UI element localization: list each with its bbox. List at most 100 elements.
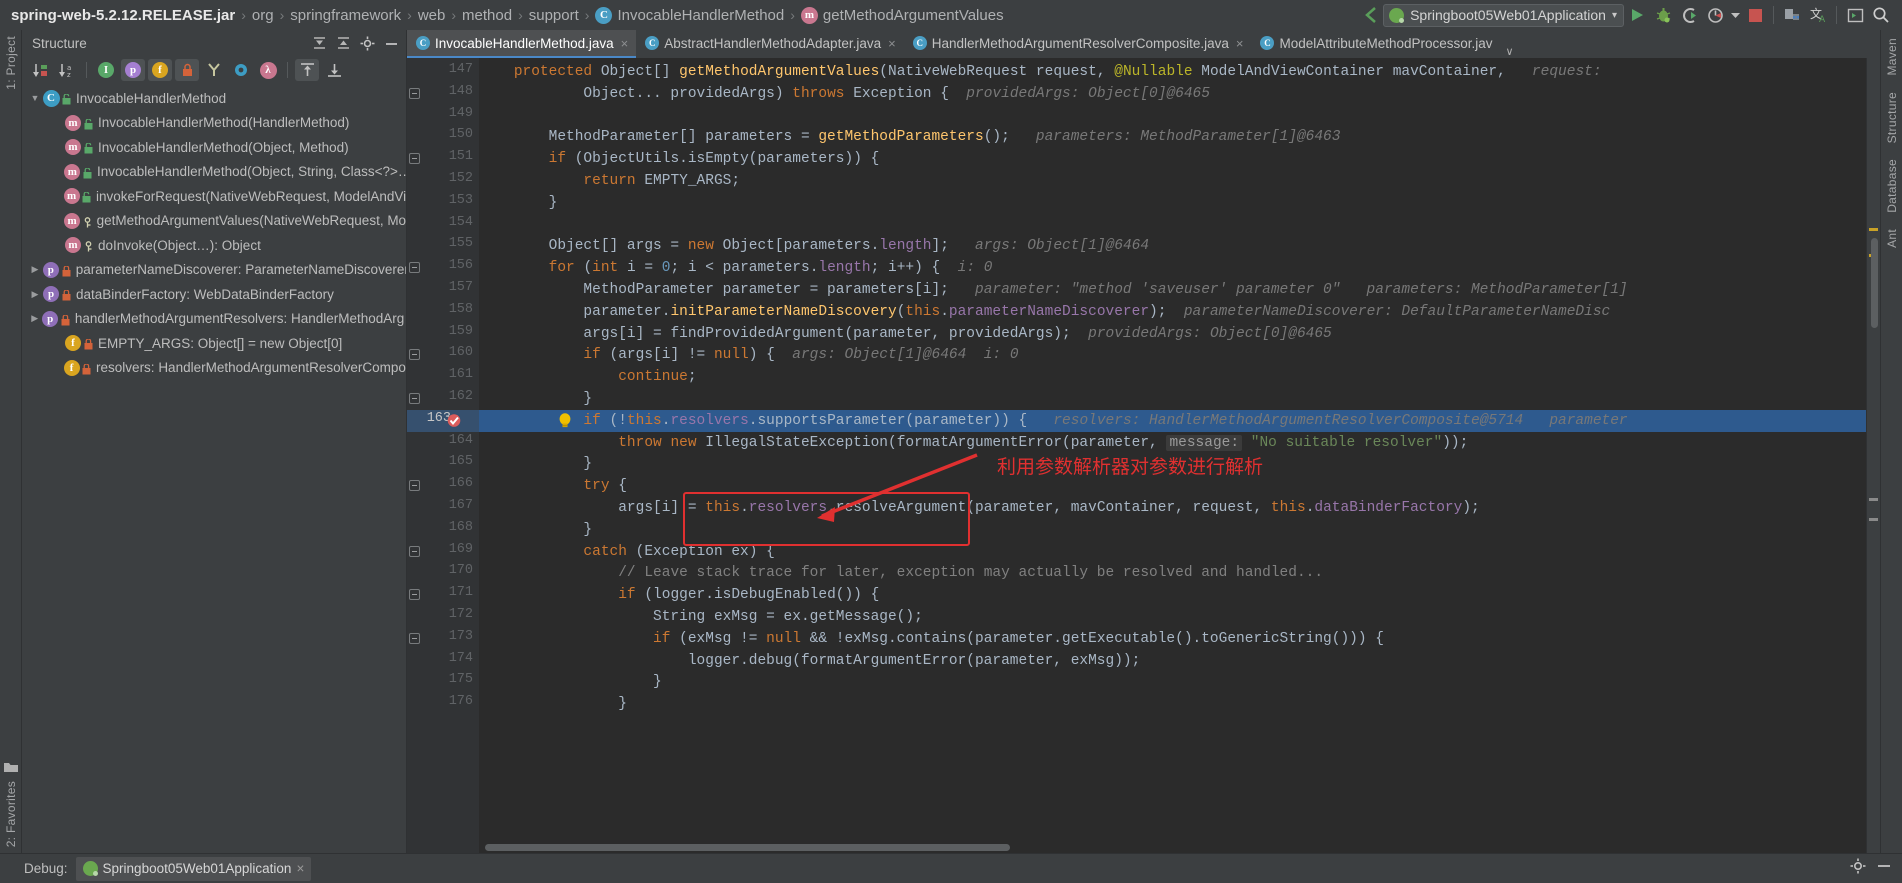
stop-icon[interactable] [1742,2,1768,28]
chevron-right-icon[interactable]: ▶ [28,264,42,275]
fold-marker-icon[interactable] [409,632,420,644]
show-properties-icon[interactable]: p [121,59,145,81]
fold-marker-icon[interactable] [409,545,420,557]
code-line-165[interactable]: } [479,454,592,476]
run-configuration-selector[interactable]: Springboot05Web01Application ▾ [1383,3,1624,27]
tool-window-favorites[interactable]: 2: Favorites [4,781,18,847]
code-line-160[interactable]: if (args[i] != null) { args: Object[1]@6… [479,345,1018,367]
debug-icon[interactable] [1650,2,1676,28]
close-icon[interactable]: × [296,861,304,876]
code-line-170[interactable]: // Leave stack trace for later, exceptio… [479,563,1323,585]
vertical-scrollbar-thumb[interactable] [1871,238,1878,328]
fold-marker-icon[interactable] [409,393,420,404]
code-line-151[interactable]: if (ObjectUtils.isEmpty(parameters)) { [479,149,880,171]
editor-tab-3[interactable]: C ModelAttributeMethodProcessor.jav [1251,30,1500,58]
code-line-161[interactable]: continue; [479,367,696,389]
structure-tree[interactable]: ▼CInvocableHandlerMethod▶mInvocableHandl… [22,84,406,853]
fold-marker-icon[interactable] [409,480,420,492]
code-editor[interactable]: 147 148 149 150 151 152 153 154 155 156 157 158 159 1… [407,58,1880,853]
code-line-168[interactable]: } [479,520,592,542]
run-with-coverage-icon[interactable] [1676,2,1702,28]
run-icon[interactable] [1624,2,1650,28]
hide-icon-bottom[interactable] [1876,858,1892,879]
fold-marker-icon[interactable] [409,153,420,165]
tool-window-project[interactable]: 1: Project [4,36,18,90]
code-line-156[interactable]: for (int i = 0; i < parameters.length; i… [479,258,993,280]
show-anonymous-icon[interactable] [229,59,253,81]
code-line-164[interactable]: throw new IllegalStateException(formatAr… [479,433,1468,455]
structure-tree-item[interactable]: ▶mInvocableHandlerMethod(Object, Method) [22,135,406,160]
code-line-167[interactable]: args[i] = this.resolvers.resolveArgument… [479,498,1480,520]
show-inherited-icon[interactable]: I [94,59,118,81]
hide-icon[interactable] [380,32,402,54]
structure-tree-item[interactable]: ▶mInvocableHandlerMethod(HandlerMethod) [22,111,406,136]
breadcrumb-item-2[interactable]: springframework [285,7,406,24]
close-icon[interactable]: × [888,36,896,51]
show-interfaces-icon[interactable] [202,59,226,81]
code-line-150[interactable]: MethodParameter[] parameters = getMethod… [479,127,1341,149]
sort-by-visibility-icon[interactable] [28,59,52,81]
breadcrumb-item-7[interactable]: m getMethodArgumentValues [796,6,1009,24]
show-non-public-icon[interactable] [175,59,199,81]
chevron-down-icon[interactable]: ∨ [1501,45,1519,58]
code-line-162[interactable]: } [479,389,592,411]
breadcrumb-item-5[interactable]: support [524,7,584,24]
breadcrumb-item-1[interactable]: org [247,7,279,24]
debug-session-tab[interactable]: Springboot05Web01Application × [75,856,312,881]
stripe-mark-4[interactable] [1869,518,1878,521]
structure-tree-item[interactable]: ▶ p dataBinderFactory: WebDataBinderFactor… [22,282,406,307]
code-line-171[interactable]: if (logger.isDebugEnabled()) { [479,585,879,607]
breadcrumb-item-6[interactable]: C InvocableHandlerMethod [590,6,789,24]
build-icon[interactable] [1779,2,1805,28]
tool-window-structure[interactable]: Structure [1885,92,1899,143]
intention-bulb-icon[interactable] [557,412,573,438]
editor-tab-0[interactable]: C InvocableHandlerMethod.java × [407,30,637,58]
structure-tree-item[interactable]: ▶mdoInvoke(Object…): Object [22,233,406,258]
fold-marker-icon[interactable] [409,87,420,99]
sort-alphabetically-icon[interactable]: az [55,59,79,81]
structure-tree-item[interactable]: ▶mgetMethodArgumentValues(NativeWebReque… [22,209,406,234]
autoscroll-to-source-icon[interactable] [295,59,319,81]
stripe-mark-3[interactable] [1869,498,1878,501]
settings-icon[interactable] [356,32,378,54]
editor-gutter[interactable]: 147 148 149 150 151 152 153 154 155 156 157 158 159 1… [407,58,479,853]
chevron-down-icon[interactable]: ▼ [28,93,42,103]
code-line-166[interactable]: try { [479,476,627,498]
chevron-down-icon[interactable]: ▾ [1612,10,1617,21]
chevron-right-icon[interactable]: ▶ [28,313,42,324]
fold-marker-icon[interactable] [409,589,420,601]
breadcrumb-item-0[interactable]: spring-web-5.2.12.RELEASE.jar [6,7,240,24]
breakpoint-icon[interactable] [447,413,462,433]
code-line-148[interactable]: Object... providedArgs) throws Exception… [479,84,1210,106]
settings-icon-bottom[interactable] [1850,858,1866,879]
breadcrumb-item-4[interactable]: method [457,7,517,24]
autoscroll-from-source-icon[interactable] [322,59,346,81]
code-line-173[interactable]: if (exMsg != null && !exMsg.contains(par… [479,629,1384,651]
fold-marker-icon[interactable] [409,262,420,274]
close-icon[interactable]: × [621,36,629,51]
close-icon[interactable]: × [1236,36,1244,51]
structure-tree-item[interactable]: ▶fEMPTY_ARGS: Object[] = new Object[0] [22,331,406,356]
structure-tree-item[interactable]: ▶minvokeForRequest(NativeWebRequest, Mod… [22,184,406,209]
code-line-155[interactable]: Object[] args = new Object[parameters.le… [479,236,1149,258]
code-line-153[interactable]: } [479,193,558,215]
chevron-right-icon[interactable]: ▶ [28,289,42,300]
back-arrow-icon[interactable] [1359,4,1383,26]
code-line-163[interactable]: if (!this.resolvers.supportsParameter(pa… [479,411,1627,433]
editor-tab-2[interactable]: C HandlerMethodArgumentResolverComposite.… [904,30,1252,58]
structure-tree-item[interactable]: ▶fresolvers: HandlerMethodArgumentResolv… [22,356,406,381]
expand-all-icon[interactable] [308,32,330,54]
code-line-158[interactable]: parameter.initParameterNameDiscovery(thi… [479,302,1610,324]
code-line-175[interactable]: } [479,672,662,694]
horizontal-scrollbar-thumb[interactable] [485,844,1010,851]
collapse-all-icon[interactable] [332,32,354,54]
show-lambdas-icon[interactable]: λ [256,59,280,81]
structure-tree-item[interactable]: ▶ p parameterNameDiscoverer: ParameterName… [22,258,406,283]
show-fields-icon[interactable]: f [148,59,172,81]
structure-tree-item[interactable]: ▼ C InvocableHandlerMethod [22,86,406,111]
code-line-169[interactable]: catch (Exception ex) { [479,542,774,564]
tool-window-database[interactable]: Database [1885,159,1899,213]
structure-tree-item[interactable]: ▶mInvocableHandlerMethod(Object, String,… [22,160,406,185]
structure-tree-item[interactable]: ▶ p handlerMethodArgumentResolvers: Handle… [22,307,406,332]
code-line-159[interactable]: args[i] = findProvidedArgument(parameter… [479,324,1331,346]
